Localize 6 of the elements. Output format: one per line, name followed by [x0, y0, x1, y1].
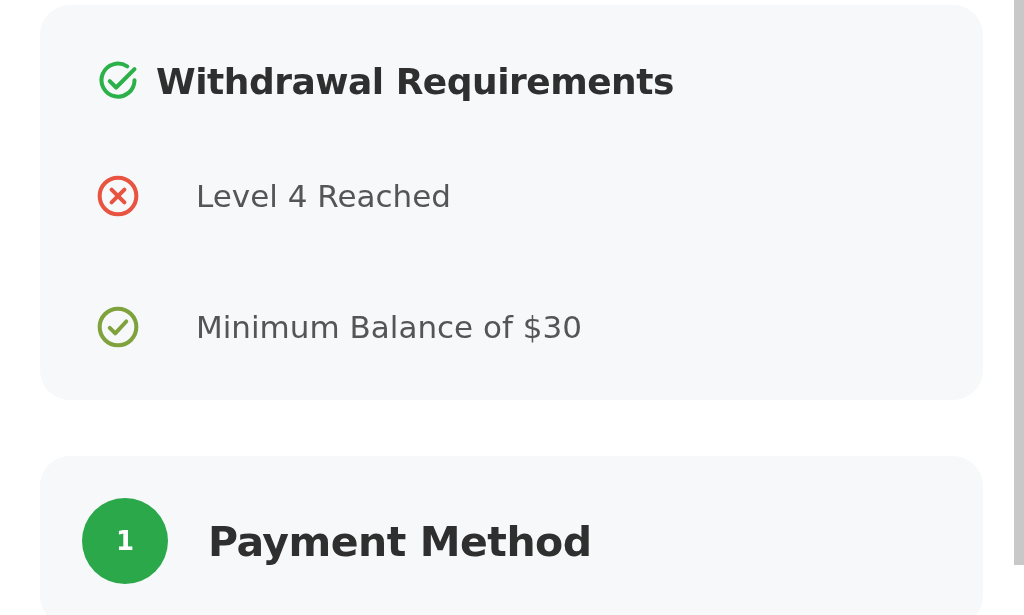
requirement-text: Minimum Balance of $30	[196, 307, 582, 347]
section-title: Payment Method	[208, 517, 592, 568]
section-title: Withdrawal Requirements	[156, 60, 674, 104]
step-number: 1	[82, 498, 168, 584]
requirement-text: Level 4 Reached	[196, 177, 451, 216]
scrollbar[interactable]	[1014, 0, 1024, 565]
